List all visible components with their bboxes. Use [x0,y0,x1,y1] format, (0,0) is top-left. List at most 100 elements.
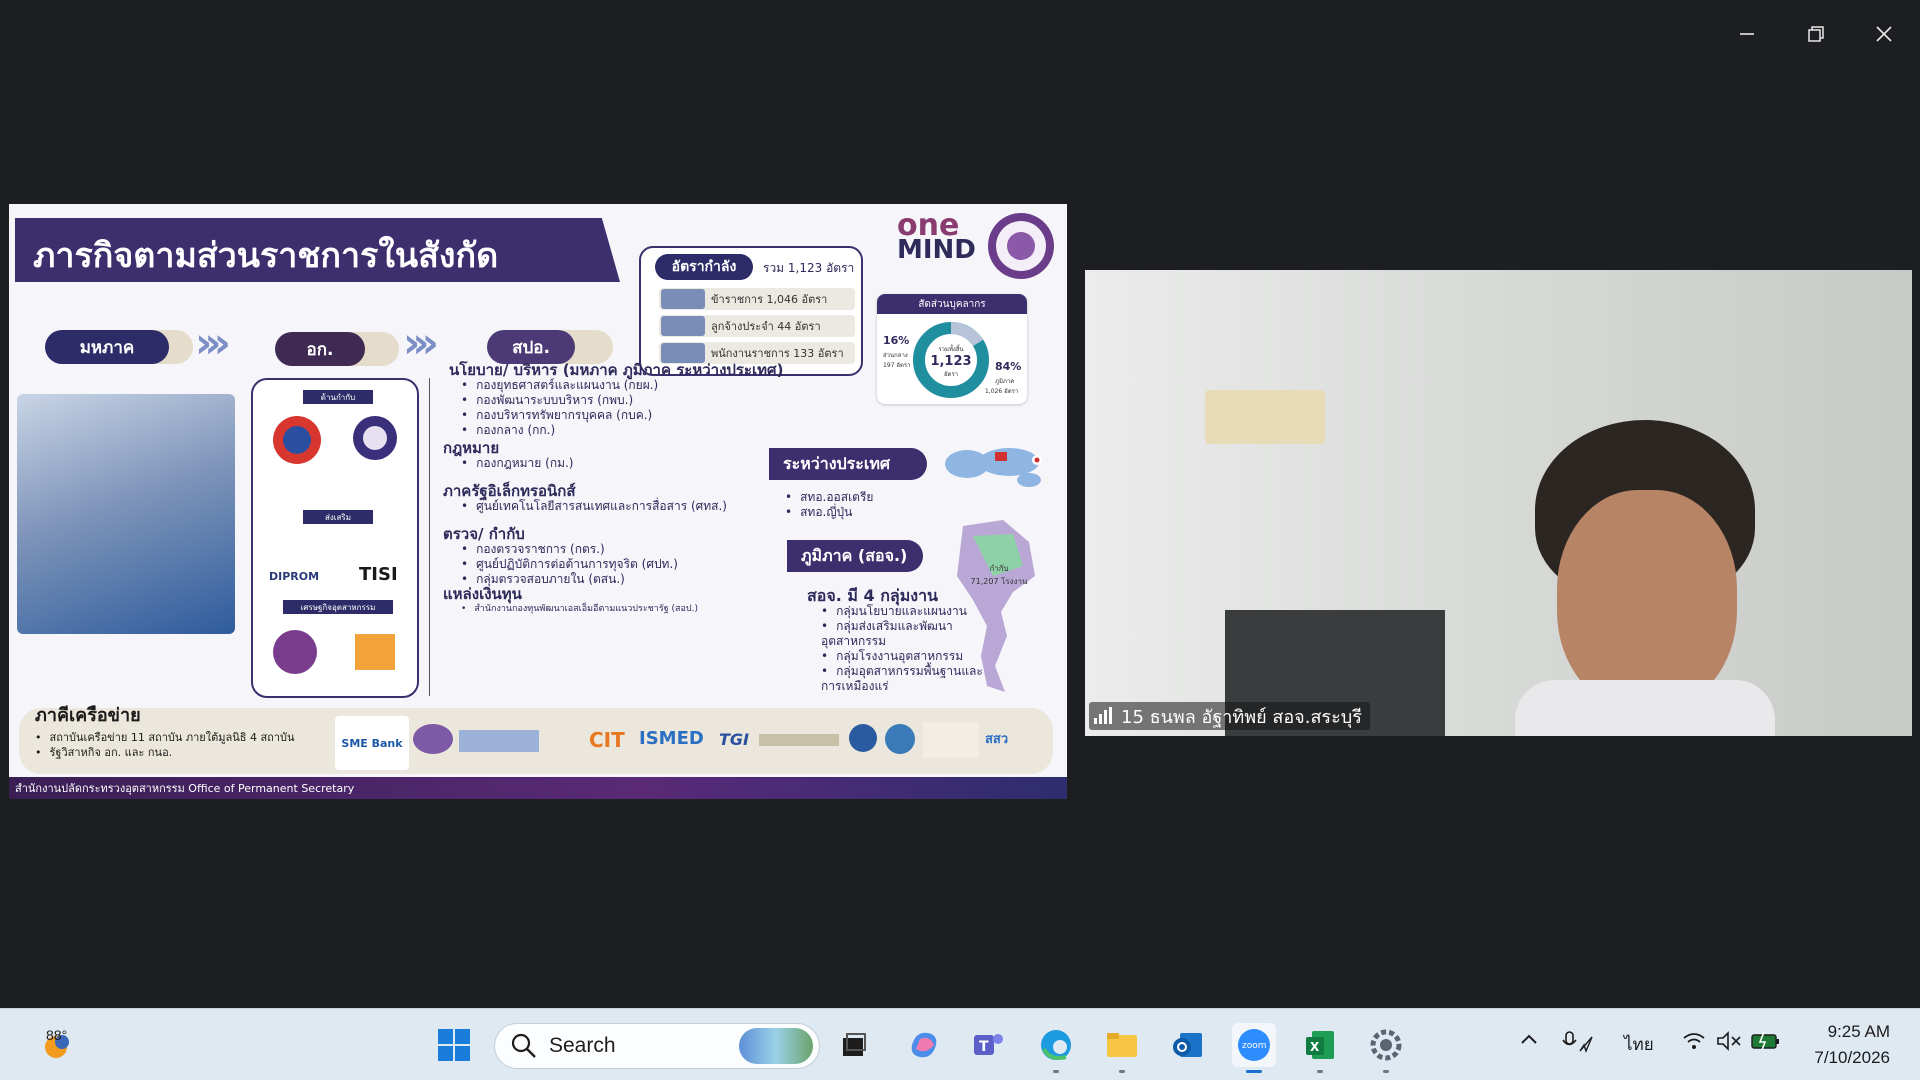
tisi-logo: TISI [359,564,398,585]
osmep-logo: สสว [985,732,1009,747]
network-list: สถาบันเครือข่าย 11 สถาบัน ภายใต้มูลนิธิ … [35,730,295,760]
workforce-row-label: ลูกจ้างประจำ 44 อัตรา [711,320,821,333]
agencies-box: ด้านกำกับ ส่งเสริม DIPROM TISI เศรษฐกิจอ… [251,378,419,698]
section-item: กองบริหารทรัพยากรบุคคล (กบค.) [461,408,658,423]
world-map-icon [945,448,1042,487]
copilot-icon [911,1032,937,1058]
slide-footer: สำนักงานปลัดกระทรวงอุตสาหกรรม Office of … [9,777,1067,799]
clock-date: 7/10/2026 [1814,1048,1890,1067]
flow-step-1: มหภาค [45,330,169,364]
chevron-arrows-icon: ››› [195,318,231,367]
excel-icon: X [1306,1031,1334,1059]
battery-charging-icon[interactable] [1750,1031,1782,1056]
screen: ภารกิจตามส่วนราชการในสังกัด มหภาค ››› อก… [0,0,1920,1080]
participant-video[interactable]: 15 ธนพล อัฐาทิพย์ สอจ.สระบุรี [1085,270,1912,736]
region-pct: 84% [995,360,1022,373]
minimize-icon[interactable] [1727,14,1767,54]
sme-bank-logo: SME Bank [335,716,409,770]
volume-muted-icon[interactable] [1716,1031,1742,1056]
running-indicator [1119,1070,1125,1073]
system-clock[interactable]: 9:25 AM 7/10/2026 [1814,1019,1890,1071]
section-item: กองตรวจราชการ (กตร.) [461,542,678,557]
show-hidden-icons-chevron-up-icon[interactable] [1520,1031,1538,1054]
signal-icon [1094,707,1112,724]
partner-logo-icon [849,724,877,752]
microphone-location-icon[interactable] [1562,1031,1594,1058]
industry-illustration [17,394,235,634]
workforce-row: ลูกจ้างประจำ 44 อัตรา [659,315,855,337]
clock-time: 9:25 AM [1827,1022,1890,1041]
participant-name-tag: 15 ธนพล อัฐาทิพย์ สอจ.สระบุรี [1089,702,1370,730]
settings-button[interactable] [1364,1023,1408,1073]
chevron-arrows-icon: ››› [403,318,439,367]
region-item: กลุ่มนโยบายและแผนงาน [821,604,991,619]
gear-icon [1370,1029,1402,1061]
cit-logo: CIT [589,728,625,752]
participant-person [1515,420,1775,736]
network-item: รัฐวิสาหกิจ อก. และ กนอ. [35,745,295,760]
donut-center-value: 1,123 [930,354,972,369]
start-button[interactable] [432,1023,476,1067]
file-explorer-button[interactable] [1100,1023,1144,1073]
section-list: สำนักงานกองทุนพัฒนาเอสเอ็มอีตามแนวประชาร… [461,602,698,617]
logo-mind: MIND [897,235,976,265]
copilot-button[interactable] [902,1023,946,1067]
section-item: กองยุทธศาสตร์และแผนงาน (กยผ.) [461,378,658,393]
running-indicator [1053,1070,1059,1073]
central-value: 197 อัตรา [883,362,911,369]
restore-icon[interactable] [1796,14,1836,54]
search-icon [511,1033,536,1058]
taskbar-search[interactable]: Search [494,1023,820,1069]
region-item: กลุ่มส่งเสริมและพัฒนาอุตสาหกรรม [821,619,991,649]
region-item: กลุ่มโรงงานอุตสาหกรรม [821,649,991,664]
wifi-icon[interactable] [1682,1031,1706,1056]
svg-text:zoom: zoom [1242,1041,1267,1051]
ismed-logo: ISMED [639,728,704,749]
partner-logo-icon [413,724,453,754]
flow-step-2: อก. [275,332,365,366]
section-list: กองตรวจราชการ (กตร.)ศูนย์ปฏิบัติการต่อต้… [461,542,678,587]
person-icon [661,316,705,336]
international-tag: ระหว่างประเทศ [769,448,927,480]
search-highlight-image [739,1028,813,1064]
partner-logo-icon [459,730,539,752]
video-background [1085,270,1912,736]
edge-icon [1041,1030,1071,1060]
input-language[interactable]: ไทย [1624,1031,1654,1058]
donut-center: รวมทั้งสิ้น 1,123 อัตรา [921,344,981,379]
one-mind-logo: one MIND [897,211,983,265]
close-icon[interactable] [1864,14,1904,54]
section-item: กองพัฒนาระบบบริหาร (กพบ.) [461,393,658,408]
outlook-button[interactable] [1166,1023,1210,1067]
svg-text:X: X [1310,1040,1320,1054]
windows-logo-icon [438,1029,470,1061]
taskbar: 88° Search T zoom X ไทย 9:25 AM 7/10/202… [0,1008,1920,1080]
search-placeholder: Search [549,1034,616,1057]
factory-count: 71,207 โรงงาน [970,577,1028,586]
running-indicator [1383,1070,1389,1073]
teams-button[interactable]: T [966,1023,1010,1067]
edge-button[interactable] [1034,1023,1078,1073]
section-item: สำนักงานกองทุนพัฒนาเอสเอ็มอีตามแนวประชาร… [461,602,698,617]
oie-logo-icon [273,630,317,674]
weather-widget[interactable]: 88° [26,1023,86,1067]
dpim-logo-icon [353,416,397,460]
international-item: สทอ.ออสเตรีย [785,490,873,505]
ministry-seal-icon [988,213,1054,279]
central-pct: 16% [883,334,910,347]
slide-title-bar: ภารกิจตามส่วนราชการในสังกัด [15,218,620,282]
air-conditioner [1205,390,1325,444]
zoom-button[interactable]: zoom [1232,1023,1276,1073]
person-icon [661,289,705,309]
diprom-logo: DIPROM [269,570,320,583]
svg-text:T: T [979,1039,989,1055]
international-item: สทอ.ญี่ปุ่น [785,505,873,520]
excel-button[interactable]: X [1298,1023,1342,1073]
factory-caption: กำกับ 71,207 โรงงาน [969,562,1029,588]
task-view-button[interactable] [832,1023,876,1067]
workforce-row-label: ข้าราชการ 1,046 อัตรา [711,293,828,306]
task-view-icon [843,1033,866,1056]
fti-logo-icon [923,722,979,758]
section-item: ศูนย์เทคโนโลยีสารสนเทศและการสื่อสาร (ศทส… [461,499,727,514]
section-list: ศูนย์เทคโนโลยีสารสนเทศและการสื่อสาร (ศทส… [461,499,727,514]
